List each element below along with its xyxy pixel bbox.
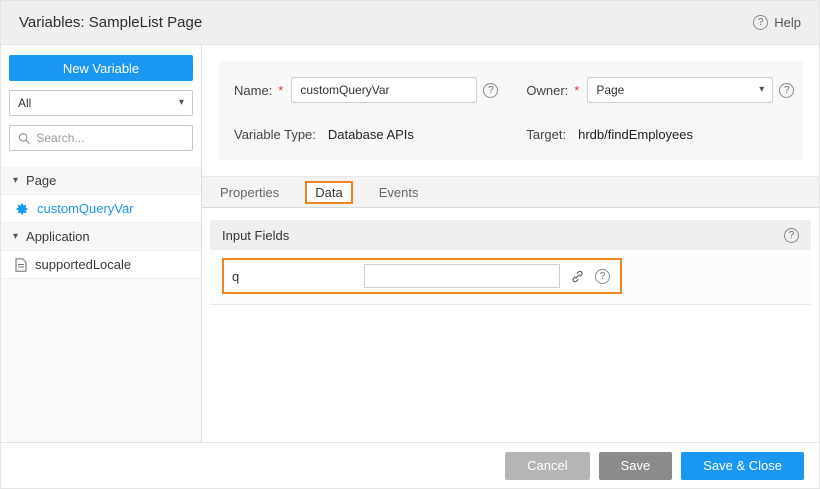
name-field-group: Name: * ? [234, 77, 498, 103]
tab-properties[interactable]: Properties [220, 185, 279, 200]
search-box[interactable] [9, 125, 193, 151]
tree-item-supportedlocale[interactable]: supportedLocale [1, 251, 201, 279]
input-fields-section: Input Fields ? q ? [210, 220, 811, 305]
name-input[interactable] [291, 77, 477, 103]
cancel-button[interactable]: Cancel [505, 452, 589, 480]
body: New Variable All ▾ ▾ Page [1, 45, 819, 442]
tree-group-page[interactable]: ▾ Page [1, 167, 201, 195]
required-asterisk: * [278, 83, 283, 98]
chevron-down-icon: ▾ [13, 232, 18, 242]
name-label: Name: [234, 83, 272, 98]
header: Variables: SampleList Page ? Help [1, 1, 819, 45]
main-filler [202, 305, 819, 442]
tree-group-label: Application [26, 229, 90, 244]
footer: Cancel Save Save & Close [1, 442, 819, 488]
search-icon [18, 132, 30, 145]
tab-bar: Properties Data Events [202, 176, 819, 208]
input-fields-body: q ? [210, 250, 811, 305]
input-fields-title: Input Fields [222, 228, 289, 243]
variable-type-label: Variable Type: [234, 127, 316, 142]
owner-field-group: Owner: * Page ▾ ? [526, 77, 794, 103]
owner-select[interactable]: Page ▾ [587, 77, 773, 103]
tree-item-label: customQueryVar [37, 201, 134, 216]
save-button[interactable]: Save [599, 452, 673, 480]
target-value: hrdb/findEmployees [578, 127, 693, 142]
sidebar: New Variable All ▾ ▾ Page [1, 45, 202, 442]
tab-data[interactable]: Data [305, 181, 352, 204]
input-field-row: q ? [222, 258, 622, 294]
owner-label: Owner: [526, 83, 568, 98]
variables-tree: ▾ Page customQueryVar ▾ Application [1, 167, 201, 279]
variable-filter-value: All [18, 96, 31, 110]
locale-variable-icon [15, 258, 27, 272]
input-fields-header: Input Fields ? [210, 220, 811, 250]
chevron-down-icon: ▾ [759, 85, 764, 95]
required-asterisk: * [574, 83, 579, 98]
new-variable-button[interactable]: New Variable [9, 55, 193, 81]
help-button[interactable]: ? Help [753, 15, 801, 30]
tree-group-label: Page [26, 173, 56, 188]
help-icon: ? [753, 15, 768, 30]
target-group: Target: hrdb/findEmployees [526, 127, 794, 142]
owner-value: Page [596, 83, 624, 97]
tree-group-application[interactable]: ▾ Application [1, 223, 201, 251]
main-panel: Name: * ? Owner: * Page ▾ ? [202, 45, 819, 442]
sidebar-controls: New Variable All ▾ [1, 45, 201, 159]
chevron-down-icon: ▾ [13, 176, 18, 186]
variable-type-value: Database APIs [328, 127, 414, 142]
save-and-close-button[interactable]: Save & Close [681, 452, 804, 480]
sidebar-filler [1, 279, 201, 442]
search-input[interactable] [36, 131, 184, 145]
field-value-input[interactable] [364, 264, 560, 288]
target-label: Target: [526, 127, 566, 142]
service-variable-icon [15, 202, 29, 216]
help-icon[interactable]: ? [595, 269, 610, 284]
bind-link-icon[interactable] [570, 269, 585, 284]
chevron-down-icon: ▾ [179, 98, 184, 108]
field-name: q [232, 269, 364, 284]
help-icon[interactable]: ? [779, 83, 794, 98]
tree-item-customqueryvar[interactable]: customQueryVar [1, 195, 201, 223]
variable-type-group: Variable Type: Database APIs [234, 127, 498, 142]
variables-dialog: Variables: SampleList Page ? Help New Va… [0, 0, 820, 489]
tree-item-label: supportedLocale [35, 257, 131, 272]
help-icon[interactable]: ? [483, 83, 498, 98]
help-label: Help [774, 15, 801, 30]
variable-form: Name: * ? Owner: * Page ▾ ? [218, 61, 803, 160]
help-icon[interactable]: ? [784, 228, 799, 243]
variable-filter-select[interactable]: All ▾ [9, 90, 193, 116]
tab-events[interactable]: Events [379, 185, 419, 200]
page-title: Variables: SampleList Page [19, 14, 202, 31]
